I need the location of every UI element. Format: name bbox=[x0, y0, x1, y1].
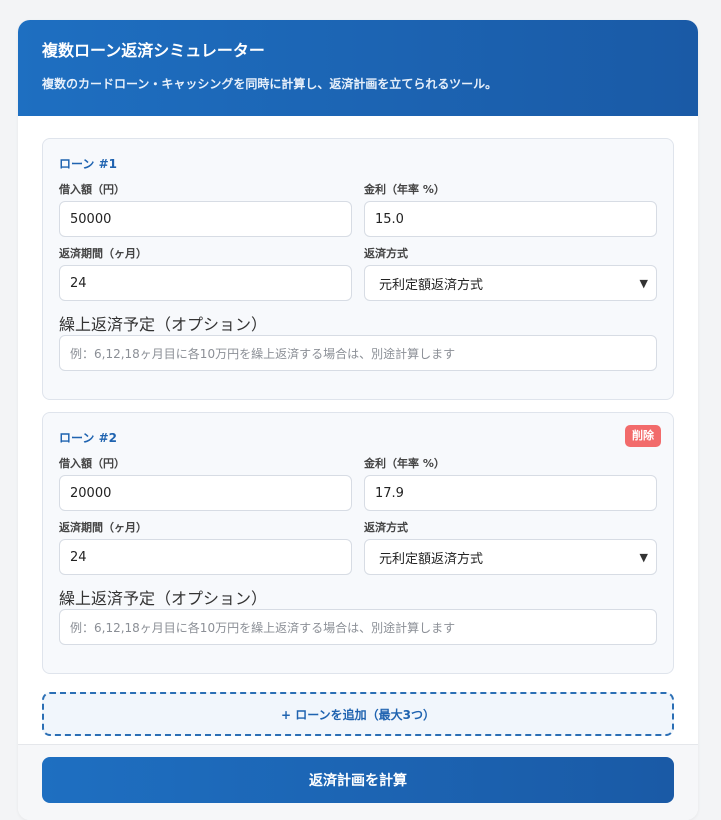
method-select-value: 元利定額返済方式 bbox=[379, 551, 484, 567]
rate-label: 金利（年率 %） bbox=[364, 183, 445, 196]
term-label: 返済期間（ヶ月） bbox=[59, 521, 147, 534]
prepay-label: 繰上返済予定（オプション） bbox=[59, 589, 268, 608]
chevron-down-icon: ▼ bbox=[639, 276, 648, 290]
loan-simulator-app: 複数ローン返済シミュレーター 複数のカードローン・キャッシングを同時に計算し、返… bbox=[18, 20, 698, 820]
loan-card-2: ローン #2 削除 借入額（円） 20000 金利（年率 %） 17.9 返済期… bbox=[42, 412, 674, 674]
method-label: 返済方式 bbox=[364, 247, 408, 260]
loan-title: ローン #2 bbox=[59, 431, 117, 445]
prepay-input[interactable]: 例：6,12,18ヶ月目に各10万円を繰上返済する場合は、別途計算します bbox=[59, 609, 657, 645]
method-select-value: 元利定額返済方式 bbox=[379, 277, 484, 293]
method-select[interactable]: 元利定額返済方式 ▼ bbox=[364, 265, 657, 301]
rate-label: 金利（年率 %） bbox=[364, 457, 445, 470]
prepay-label: 繰上返済予定（オプション） bbox=[59, 315, 268, 334]
rate-input[interactable]: 15.0 bbox=[364, 201, 657, 237]
add-loan-button[interactable]: + ローンを追加（最大3つ） bbox=[42, 692, 674, 736]
loan-title: ローン #1 bbox=[59, 157, 117, 171]
amount-input[interactable]: 50000 bbox=[59, 201, 352, 237]
rate-input[interactable]: 17.9 bbox=[364, 475, 657, 511]
footer: 返済計画を計算 bbox=[18, 744, 698, 820]
term-input[interactable]: 24 bbox=[59, 539, 352, 575]
amount-label: 借入額（円） bbox=[59, 457, 125, 470]
prepay-input[interactable]: 例：6,12,18ヶ月目に各10万円を繰上返済する場合は、別途計算します bbox=[59, 335, 657, 371]
loan-list: ローン #1 借入額（円） 50000 金利（年率 %） 15.0 返済期間（ヶ… bbox=[18, 116, 698, 736]
amount-input[interactable]: 20000 bbox=[59, 475, 352, 511]
term-input[interactable]: 24 bbox=[59, 265, 352, 301]
chevron-down-icon: ▼ bbox=[639, 550, 648, 564]
calculate-button[interactable]: 返済計画を計算 bbox=[42, 757, 674, 803]
method-select[interactable]: 元利定額返済方式 ▼ bbox=[364, 539, 657, 575]
loan-card-1: ローン #1 借入額（円） 50000 金利（年率 %） 15.0 返済期間（ヶ… bbox=[42, 138, 674, 400]
method-label: 返済方式 bbox=[364, 521, 408, 534]
term-label: 返済期間（ヶ月） bbox=[59, 247, 147, 260]
header: 複数ローン返済シミュレーター 複数のカードローン・キャッシングを同時に計算し、返… bbox=[18, 20, 698, 116]
delete-loan-button[interactable]: 削除 bbox=[625, 425, 661, 447]
page-title: 複数ローン返済シミュレーター bbox=[42, 41, 265, 60]
page-subtitle: 複数のカードローン・キャッシングを同時に計算し、返済計画を立てられるツール。 bbox=[42, 77, 498, 91]
amount-label: 借入額（円） bbox=[59, 183, 125, 196]
